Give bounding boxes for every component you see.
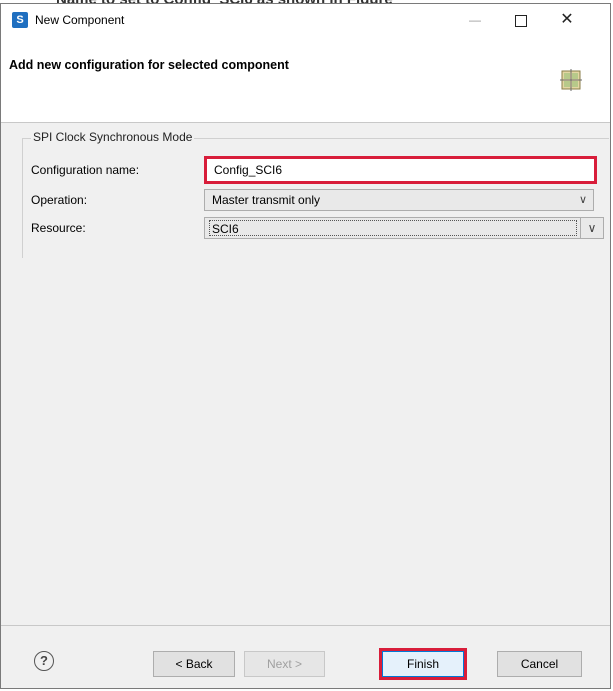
operation-label: Operation: xyxy=(31,193,88,207)
window-title: New Component xyxy=(35,13,125,27)
group-title: SPI Clock Synchronous Mode xyxy=(31,130,195,144)
config-name-label: Configuration name: xyxy=(31,163,140,177)
resource-select[interactable]: SCI6 ∨ xyxy=(204,217,604,239)
minimize-button[interactable]: — xyxy=(452,4,498,36)
banner-title: Add new configuration for selected compo… xyxy=(9,58,289,72)
app-icon: S xyxy=(12,12,28,28)
config-name-value: Config_SCI6 xyxy=(214,163,283,177)
chevron-down-icon: ∨ xyxy=(578,194,587,206)
spi-mode-group: SPI Clock Synchronous Mode Configuration… xyxy=(22,130,609,258)
operation-value: Master transmit only xyxy=(212,193,321,207)
finish-button[interactable]: Finish xyxy=(379,648,467,680)
cancel-button[interactable]: Cancel xyxy=(497,651,582,677)
resource-label: Resource: xyxy=(31,221,86,235)
help-icon[interactable]: ? xyxy=(34,651,54,671)
close-button[interactable]: ✕ xyxy=(544,4,590,36)
new-component-dialog: S New Component — ✕ Add new configuratio… xyxy=(0,3,611,689)
maximize-button[interactable] xyxy=(498,4,544,36)
component-grid-icon xyxy=(560,69,582,91)
back-button[interactable]: < Back xyxy=(153,651,235,677)
title-bar: S New Component — ✕ xyxy=(1,4,610,36)
operation-select[interactable]: Master transmit only ∨ xyxy=(204,189,594,211)
config-name-field[interactable]: Config_SCI6 xyxy=(204,156,597,184)
resource-value: SCI6 xyxy=(212,222,239,236)
chevron-down-icon[interactable]: ∨ xyxy=(580,218,603,238)
wizard-banner: Add new configuration for selected compo… xyxy=(1,36,610,123)
resource-focus-box: SCI6 xyxy=(209,220,577,236)
maximize-icon xyxy=(515,14,527,27)
footer-separator xyxy=(1,625,610,626)
next-button[interactable]: Next > xyxy=(244,651,325,677)
